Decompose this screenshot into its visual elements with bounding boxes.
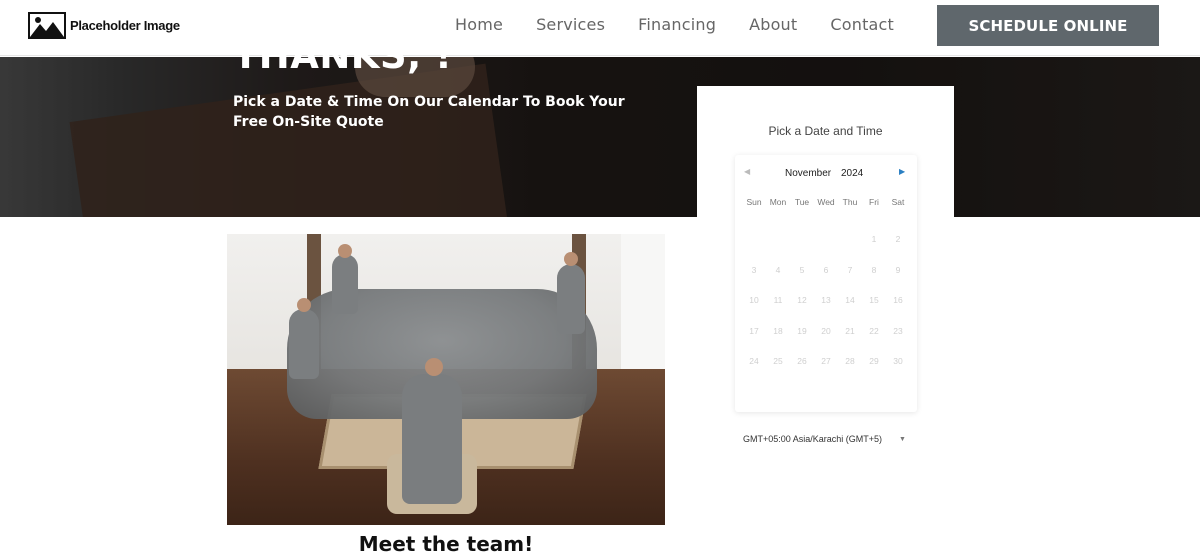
team-caption: Meet the team! [358,532,534,556]
calendar-day[interactable]: 5 [790,263,814,294]
calendar-day[interactable]: 9 [886,263,910,294]
weekday-label: Sun [746,197,762,207]
photo-front-person [402,374,462,504]
calendar-heading: Pick a Date and Time [768,124,883,138]
photo-head [425,358,443,376]
calendar-day[interactable]: 15 [862,293,886,324]
weekday-label: Thu [842,197,858,207]
calendar-day[interactable]: 4 [766,263,790,294]
weekday-header: Sun Mon Tue Wed Thu Fri Sat [742,197,910,211]
weekday-label: Wed [817,197,835,207]
calendar-day[interactable]: 8 [862,263,886,294]
calendar-blank [742,232,766,263]
page: Placeholder Image Home Services Financin… [0,0,1200,557]
calendar-day[interactable]: 1 [862,232,886,263]
weekday-label: Sat [891,197,905,207]
calendar-day[interactable]: 29 [862,354,886,385]
calendar-day[interactable]: 20 [814,324,838,355]
calendar-day[interactable]: 10 [742,293,766,324]
chevron-left-icon[interactable]: ◀ [744,167,750,176]
schedule-online-button[interactable]: SCHEDULE ONLINE [937,5,1159,46]
nav-home[interactable]: Home [455,15,503,34]
calendar-day[interactable]: 18 [766,324,790,355]
nav-services[interactable]: Services [536,15,605,34]
calendar-days: 1 2 3 4 5 6 7 8 9 10 11 12 13 14 15 16 17 18 19 20 21 22 23 24 2… [742,232,910,385]
calendar-day[interactable]: 23 [886,324,910,355]
calendar-day[interactable]: 28 [838,354,862,385]
logo[interactable]: Placeholder Image [28,12,180,39]
logo-text: Placeholder Image [70,18,180,33]
nav-financing[interactable]: Financing [638,15,716,34]
caret-down-icon[interactable]: ▼ [899,436,906,443]
hero-subtitle: Pick a Date & Time On Our Calendar To Bo… [233,94,625,130]
hero-overlay [0,57,1200,217]
photo-head [564,252,578,266]
weekday-label: Tue [794,197,810,207]
calendar-month[interactable]: November [785,168,831,179]
calendar-day[interactable]: 24 [742,354,766,385]
hero-banner [0,57,1200,217]
photo-head [297,298,311,312]
calendar-blank [766,232,790,263]
calendar-day[interactable]: 12 [790,293,814,324]
calendar-day[interactable]: 25 [766,354,790,385]
nav-contact[interactable]: Contact [830,15,894,34]
calendar-day[interactable]: 30 [886,354,910,385]
nav-about[interactable]: About [749,15,797,34]
calendar-blank [838,232,862,263]
weekday-label: Fri [869,197,879,207]
chevron-right-icon[interactable]: ▶ [899,167,905,176]
calendar-year[interactable]: 2024 [841,168,863,179]
hero-title: THANKS, ! [233,34,453,77]
calendar-day[interactable]: 14 [838,293,862,324]
team-photo [227,234,665,525]
calendar-day[interactable]: 17 [742,324,766,355]
calendar-day[interactable]: 16 [886,293,910,324]
calendar-day[interactable]: 27 [814,354,838,385]
calendar-blank [790,232,814,263]
calendar-day[interactable]: 19 [790,324,814,355]
main-nav: Home Services Financing About Contact [455,15,894,34]
photo-person [557,264,585,334]
calendar-day[interactable]: 21 [838,324,862,355]
calendar-day[interactable]: 26 [790,354,814,385]
calendar-day[interactable]: 11 [766,293,790,324]
photo-window [621,234,665,369]
calendar-day[interactable]: 13 [814,293,838,324]
image-placeholder-icon [28,12,66,39]
calendar-day[interactable]: 6 [814,263,838,294]
calendar-day[interactable]: 7 [838,263,862,294]
calendar-blank [814,232,838,263]
photo-person [289,309,319,379]
calendar-day[interactable]: 22 [862,324,886,355]
photo-head [338,244,352,258]
timezone-select[interactable]: GMT+05:00 Asia/Karachi (GMT+5) [743,434,882,444]
calendar-day[interactable]: 3 [742,263,766,294]
photo-person [332,254,358,314]
weekday-label: Mon [769,197,787,207]
calendar-day[interactable]: 2 [886,232,910,263]
site-header: Placeholder Image Home Services Financin… [0,0,1200,56]
